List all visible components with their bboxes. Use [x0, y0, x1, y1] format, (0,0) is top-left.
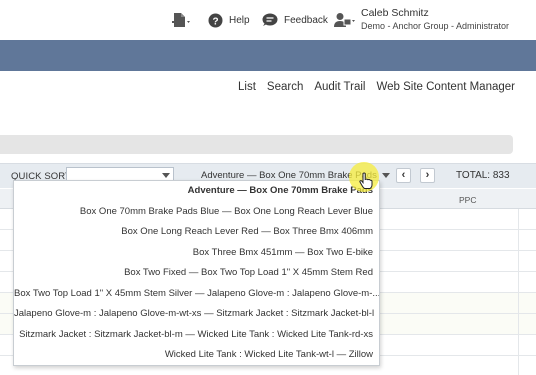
- page-range-dropdown: Adventure — Box One 70mm Brake Pads Box …: [13, 180, 380, 366]
- chat-bubble-icon: [262, 13, 278, 26]
- help-label: Help: [229, 14, 250, 26]
- feedback-link[interactable]: Feedback: [262, 0, 328, 40]
- dropdown-option[interactable]: Sitzmark Jacket : Sitzmark Jacket-bl-m —…: [14, 325, 379, 346]
- hand-cursor-icon: [359, 172, 373, 189]
- feedback-label: Feedback: [284, 14, 328, 26]
- web-site-content-manager-link[interactable]: Web Site Content Manager: [376, 81, 515, 93]
- ppc-column-header[interactable]: PPC: [459, 195, 476, 205]
- chevron-down-icon: [162, 173, 170, 178]
- svg-text:?: ?: [212, 16, 218, 27]
- dropdown-option[interactable]: Box Three Bmx 451mm — Box Two E-bike: [14, 243, 379, 264]
- top-utility-bar: ? Help Feedback Caleb Schmitz Demo - Anc…: [0, 0, 536, 40]
- dropdown-option[interactable]: Box One 70mm Brake Pads Blue — Box One L…: [14, 202, 379, 223]
- main-navigation-bar: [0, 40, 536, 71]
- dropdown-option[interactable]: Jalapeno Glove-m : Jalapeno Glove-m-wt-x…: [14, 304, 379, 325]
- dropdown-option[interactable]: Wicked Lite Tank : Wicked Lite Tank-wt-l…: [14, 345, 379, 366]
- next-page-button[interactable]: ›: [420, 168, 435, 183]
- user-menu-toggle[interactable]: [333, 0, 357, 40]
- dropdown-option[interactable]: Box One Long Reach Lever Red — Box Three…: [14, 222, 379, 243]
- user-role-icon: [334, 13, 355, 27]
- filter-strip: [0, 135, 513, 154]
- chevron-down-icon: [381, 172, 390, 178]
- user-role: Demo - Anchor Group - Administrator: [361, 21, 510, 31]
- page-links: List Search Audit Trail Web Site Content…: [238, 81, 515, 93]
- list-link[interactable]: List: [238, 81, 256, 93]
- audit-trail-link[interactable]: Audit Trail: [314, 81, 365, 93]
- dropdown-option[interactable]: Box Two Fixed — Box Two Top Load 1" X 45…: [14, 263, 379, 284]
- add-page-button[interactable]: [171, 0, 193, 40]
- user-info[interactable]: Caleb Schmitz Demo - Anchor Group - Admi…: [361, 7, 509, 32]
- total-count: TOTAL: 833: [456, 170, 510, 181]
- help-link[interactable]: ? Help: [208, 0, 250, 40]
- dropdown-option[interactable]: Box Two Top Load 1" X 45mm Stem Silver —…: [14, 284, 379, 305]
- help-icon: ?: [208, 13, 223, 27]
- dropdown-option[interactable]: Adventure — Box One 70mm Brake Pads: [14, 181, 379, 202]
- search-link[interactable]: Search: [267, 81, 303, 93]
- add-page-icon: [172, 13, 190, 27]
- previous-page-button[interactable]: ‹: [396, 168, 411, 183]
- user-name: Caleb Schmitz: [361, 7, 429, 19]
